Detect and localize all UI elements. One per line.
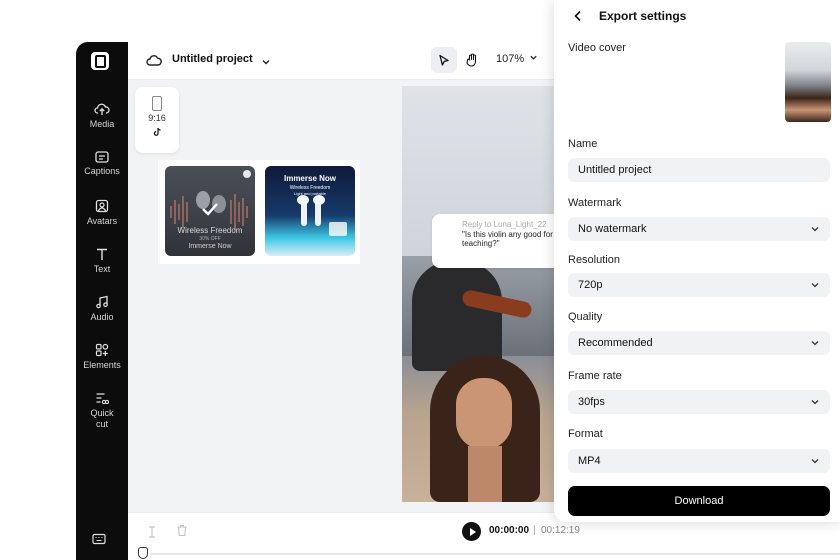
sidebar-item-label: Media [89,119,115,129]
split-icon [149,526,155,538]
quick-cut-icon [96,393,109,405]
chevron-down-icon [811,227,819,232]
format-value: MP4 [578,455,601,467]
hand-icon [465,53,476,67]
sidebar-item-label: Audio [90,312,114,322]
timeline-track[interactable] [150,553,840,555]
resolution-value: 720p [578,279,603,291]
earbuds-graphic [297,195,347,236]
total-time: 00:12:19 [541,525,580,536]
name-label: Name [568,138,598,150]
project-title[interactable]: Untitled project [172,53,253,65]
template-subtitle: 30% OFF [199,236,221,242]
quality-select[interactable]: Recommended [568,331,830,355]
frame-rate-label: Frame rate [568,370,622,382]
split-button[interactable] [146,525,158,543]
format-label: Format [568,428,603,440]
frame-rate-value: 30fps [578,396,605,408]
name-input[interactable]: Untitled project [568,158,830,182]
cloud-sync-icon [146,53,162,72]
chevron-down-icon [811,400,819,405]
frame-rate-select[interactable]: 30fps [568,390,830,414]
sidebar-item-label: Avatars [86,216,118,226]
sidebar-item-elements[interactable]: Elements [76,343,128,371]
music-note-icon [96,295,108,309]
aspect-ratio-label: 9:16 [148,113,166,123]
video-cover-thumbnail[interactable] [785,42,831,122]
export-settings-panel: Export settings Video cover Name Untitle… [554,0,840,522]
captions-icon [95,151,109,163]
sidebar-item-label: Text [93,264,111,274]
chevron-down-icon [811,341,819,346]
sidebar-item-quick-cut[interactable]: Quick cut [76,391,128,430]
chevron-down-icon [811,459,819,464]
template-thumbnail[interactable]: Wireless Freedom 30% OFF Immerse Now [165,166,255,256]
cloud-upload-icon [94,103,110,115]
video-preview[interactable] [402,86,562,502]
chevron-left-icon [574,10,581,22]
sidebar-item-label: Captions [84,166,120,176]
keyboard-icon [92,533,106,545]
play-button[interactable] [462,522,481,541]
delete-button[interactable] [176,524,188,542]
violinist-figure [412,261,502,371]
sidebar-item-captions[interactable]: Captions [76,151,128,177]
elements-icon [95,343,109,357]
sidebar-item-avatars[interactable]: Avatars [76,199,128,227]
template-tagline: Immerse Now [188,243,232,250]
sidebar: Media Captions Avatars Text Audio Elemen… [76,42,128,560]
resolution-select[interactable]: 720p [568,273,830,297]
keyboard-shortcuts-button[interactable] [92,532,106,550]
phone-frame-icon [152,96,162,111]
watermark-value: No watermark [578,223,647,235]
zoom-value: 107% [496,53,525,65]
template-thumbnail[interactable]: Immerse Now Wireless Freedom Light and p… [265,166,355,256]
template-thumbnails: Wireless Freedom 30% OFF Immerse Now Imm… [158,160,360,264]
sidebar-item-text[interactable]: Text [76,247,128,275]
quality-label: Quality [568,311,603,323]
video-cover-label: Video cover [568,42,626,54]
format-select[interactable]: MP4 [568,449,830,473]
name-value: Untitled project [578,164,652,176]
resolution-label: Resolution [568,254,620,266]
watermark-select[interactable]: No watermark [568,217,830,241]
chevron-down-icon [530,55,537,60]
chevron-down-icon[interactable] [261,54,271,72]
sidebar-item-label: Quick cut [90,408,114,429]
panel-title: Export settings [599,9,687,23]
select-tool-button[interactable] [431,47,457,73]
avatar-icon [95,199,109,213]
pointer-icon [439,54,449,66]
tiktok-icon [153,127,161,136]
presenter-neck [468,446,502,502]
sidebar-item-label: Elements [83,360,121,370]
sidebar-item-audio[interactable]: Audio [76,295,128,323]
chevron-down-icon [811,283,819,288]
playhead-handle[interactable] [138,547,148,559]
watermark-label: Watermark [568,197,622,209]
presenter-face [456,378,512,450]
checkmark-icon [201,202,219,221]
trash-icon [177,524,187,537]
template-title: Wireless Freedom [177,226,243,235]
current-time: 00:00:00 [489,525,530,536]
hand-tool-button[interactable] [459,47,485,73]
back-button[interactable] [573,9,583,27]
text-icon [97,248,107,260]
download-button[interactable]: Download [568,486,830,516]
sidebar-item-media[interactable]: Media [76,102,128,130]
app-logo[interactable] [91,52,109,70]
zoom-level[interactable]: 107% [496,53,538,65]
quality-value: Recommended [578,337,653,349]
time-separator: | [533,525,536,536]
aspect-ratio-card[interactable]: 9:16 [135,87,179,153]
